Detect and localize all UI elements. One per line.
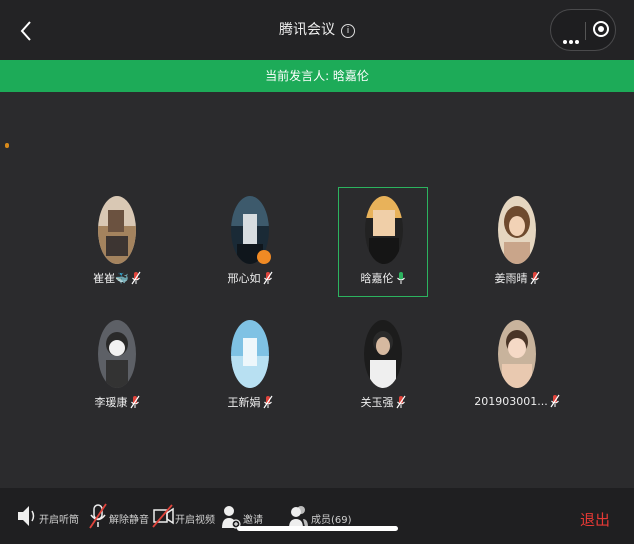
participant-tile[interactable]: 201903001... [472, 312, 562, 422]
unmute-label: 解除静音 [109, 515, 149, 526]
participant-name: 李瑗康 [94, 396, 128, 409]
mic-muted-icon [263, 271, 272, 285]
mic-muted-icon [550, 394, 560, 408]
name-row: 201903001... [472, 394, 562, 408]
name-row: 关玉强 [338, 394, 428, 410]
capsule-divider [585, 22, 586, 40]
mic-active-icon [396, 272, 405, 284]
members-label: 成员(69) [311, 515, 352, 526]
mic-muted-icon [530, 271, 539, 285]
video-label: 开启视频 [175, 515, 215, 526]
bottom-toolbar: 开启听筒 解除静音 开启视频 邀请 成员(69) 退出 [0, 488, 634, 544]
participant-tile[interactable]: 王新娟 [205, 312, 295, 422]
video-button[interactable]: 开启视频 [152, 502, 215, 530]
host-badge-icon [257, 250, 271, 264]
participant-tile[interactable]: 邢心如 [205, 188, 295, 298]
mic-muted-icon [130, 395, 139, 409]
speaker-icon [18, 506, 35, 526]
participant-tile-active-speaker[interactable]: 晗嘉伦 [338, 187, 428, 297]
participant-tile[interactable]: 李瑗康 [72, 312, 162, 422]
invite-label: 邀请 [243, 515, 263, 526]
participant-name: 晗嘉伦 [360, 272, 394, 285]
mini-program-capsule [550, 9, 616, 51]
participant-name: 崔崔🐳 [93, 272, 129, 285]
more-icon[interactable] [563, 29, 581, 44]
top-bar: 腾讯会议 i [0, 0, 634, 60]
participant-name: 关玉强 [360, 396, 394, 409]
mic-muted-icon [263, 395, 272, 409]
speaker-button[interactable]: 开启听筒 [16, 502, 79, 530]
name-row: 李瑗康 [72, 394, 162, 410]
close-target-icon[interactable] [593, 21, 609, 37]
info-icon[interactable]: i [341, 24, 355, 38]
avatar [365, 196, 403, 264]
avatar [98, 196, 136, 264]
name-row: 崔崔🐳 [72, 270, 162, 286]
page-title-area: 腾讯会议 i [0, 19, 634, 39]
avatar [98, 320, 136, 388]
avatar [498, 196, 536, 264]
camera-off-icon [152, 504, 174, 528]
unmute-button[interactable]: 解除静音 [88, 502, 149, 530]
avatar [364, 320, 402, 388]
name-row: 晗嘉伦 [339, 270, 427, 286]
page-title: 腾讯会议 [279, 22, 335, 38]
avatar [231, 320, 269, 388]
home-indicator[interactable] [237, 526, 398, 531]
name-row: 姜雨晴 [472, 270, 562, 286]
current-speaker-banner: 当前发言人: 晗嘉伦 [0, 60, 634, 92]
name-row: 邢心如 [205, 270, 295, 286]
mic-muted-icon [131, 271, 141, 285]
mic-muted-icon [396, 395, 405, 409]
participant-tile[interactable]: 关玉强 [338, 312, 428, 422]
indicator-dot [5, 143, 9, 148]
participant-name: 王新娟 [227, 396, 261, 409]
speaker-label: 开启听筒 [39, 515, 79, 526]
name-row: 王新娟 [205, 394, 295, 410]
mic-off-icon [89, 503, 107, 529]
participant-tile[interactable]: 崔崔🐳 [72, 188, 162, 298]
exit-button[interactable]: 退出 [580, 509, 610, 530]
avatar [498, 320, 536, 388]
participant-tile[interactable]: 姜雨晴 [472, 188, 562, 298]
participant-name: 201903001... [474, 395, 548, 408]
participant-name: 邢心如 [227, 272, 261, 285]
participant-name: 姜雨晴 [494, 272, 528, 285]
